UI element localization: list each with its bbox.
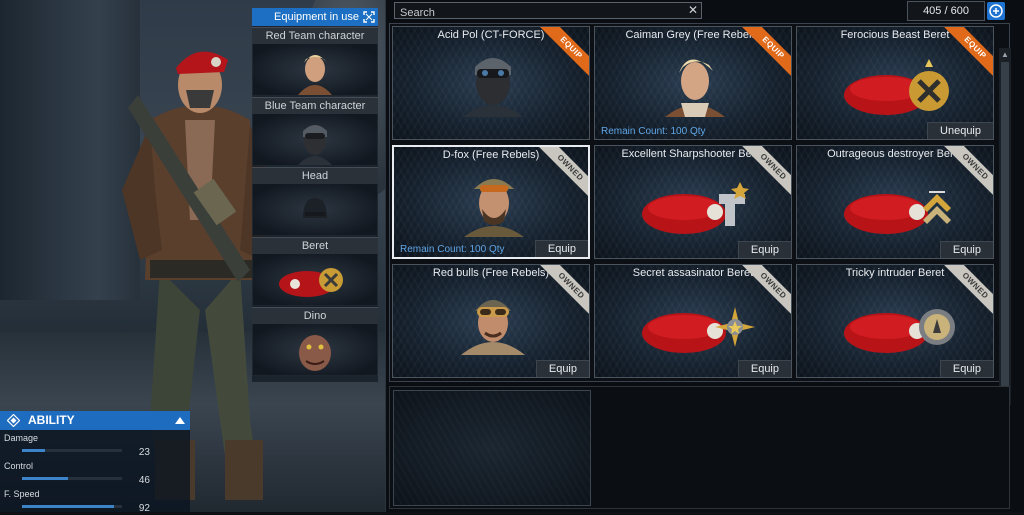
item-preview-area <box>389 386 1010 509</box>
slot-image <box>252 114 378 166</box>
slot-blue-team-character[interactable]: Blue Team character <box>252 97 378 167</box>
masked-soldier-portrait-icon <box>463 58 523 117</box>
equip-button[interactable]: Equip <box>535 360 589 377</box>
stat-bar <box>22 505 122 508</box>
item-card-tricky-intruder-beret[interactable]: Tricky intruder Beret OWNED Equip <box>796 264 994 378</box>
remain-count: Remain Count: 100 Qty <box>400 244 505 255</box>
slot-label: Dino <box>252 307 378 324</box>
item-card-caiman-grey[interactable]: Caiman Grey (Free Rebels) EQUIP Remain C… <box>594 26 792 140</box>
stat-value: 92 <box>138 503 150 514</box>
empty-preview-slot <box>393 390 591 506</box>
equipment-in-use-header: Equipment in use <box>252 8 378 26</box>
stat-bar-fill <box>22 477 68 480</box>
stat-bar <box>22 477 122 480</box>
expand-icon[interactable] <box>363 11 375 23</box>
stat-bar-fill <box>22 505 114 508</box>
item-card-red-bulls[interactable]: Red bulls (Free Rebels) OWNED Equip <box>392 264 590 378</box>
item-card-acid-pol[interactable]: Acid Pol (CT-FORCE) EQUIP <box>392 26 590 140</box>
stat-control: Control 46 <box>4 461 184 487</box>
stat-value: 23 <box>138 447 150 458</box>
equip-button[interactable]: Equip <box>534 240 588 257</box>
clear-search-icon[interactable]: ✕ <box>688 3 698 18</box>
slot-image <box>252 254 378 306</box>
equip-button[interactable]: Equip <box>939 241 993 258</box>
stat-damage: Damage 23 <box>4 433 184 459</box>
equip-button[interactable]: Equip <box>737 241 791 258</box>
slot-label: Blue Team character <box>252 97 378 114</box>
red-beret-with-star-badge-icon <box>642 307 755 353</box>
stat-label: Damage <box>4 433 39 443</box>
ability-header[interactable]: ABILITY <box>0 411 190 430</box>
inventory-panel: ✕ 405 / 600 Acid Pol (CT-FORCE) EQUIP Ca… <box>385 0 1024 512</box>
goggles-soldier-portrait-icon <box>461 300 525 355</box>
slot-dino[interactable]: Dino <box>252 307 378 377</box>
red-beret-with-round-badge-icon <box>844 309 955 353</box>
dino-portrait-icon <box>299 334 331 371</box>
slot-beret[interactable]: Beret <box>252 237 378 307</box>
stat-bar <box>22 449 122 452</box>
stat-label: Control <box>4 461 34 471</box>
remain-count: Remain Count: 100 Qty <box>601 126 706 137</box>
masked-soldier-portrait-icon <box>298 124 332 165</box>
scrollbar-thumb[interactable] <box>1001 62 1009 387</box>
slot-label: Head <box>252 167 378 184</box>
equipment-in-use-title: Equipment in use <box>274 11 359 23</box>
ability-title: ABILITY <box>28 413 75 427</box>
red-beret-with-gold-badge-icon <box>844 59 949 115</box>
stat-fire-speed: F. Speed 92 <box>4 489 184 515</box>
slot-image <box>252 184 378 236</box>
stat-value: 46 <box>138 475 150 486</box>
red-beret-with-pistol-badge-icon <box>642 182 749 234</box>
item-card-outrageous-destroyer-beret[interactable]: Outrageous destroyer Beret OWNED Equip <box>796 145 994 259</box>
item-card-excellent-sharpshooter-beret[interactable]: Excellent Sharpshooter Beret OWNED Equip <box>594 145 792 259</box>
scroll-up-icon[interactable]: ▲ <box>1000 50 1010 60</box>
slot-image <box>252 324 378 376</box>
ability-panel: ABILITY Damage 23 Control 46 F. Speed 92 <box>0 411 190 515</box>
item-grid-scrollbar[interactable]: ▲ ▼ <box>999 48 1011 405</box>
search-box: ✕ <box>394 2 702 21</box>
stat-label: F. Speed <box>4 489 40 499</box>
stat-bar-fill <box>22 449 45 452</box>
equip-button[interactable]: Equip <box>737 360 791 377</box>
slot-label: Red Team character <box>252 27 378 44</box>
slot-label: Beret <box>252 237 378 254</box>
plus-circle-icon <box>989 4 1003 18</box>
search-input[interactable] <box>395 5 685 21</box>
item-card-secret-assasinator-beret[interactable]: Secret assasinator Beret OWNED Equip <box>594 264 792 378</box>
unequip-button[interactable]: Unequip <box>927 122 993 139</box>
item-card-ferocious-beast-beret[interactable]: Ferocious Beast Beret EQUIP Unequip <box>796 26 994 140</box>
item-card-d-fox[interactable]: D-fox (Free Rebels) OWNED Remain Count: … <box>392 145 590 259</box>
blonde-soldier-portrait-icon <box>298 54 332 95</box>
slot-red-team-character[interactable]: Red Team character <box>252 27 378 97</box>
slot-image <box>252 44 378 96</box>
equip-button[interactable]: Equip <box>939 360 993 377</box>
expand-inventory-button[interactable] <box>987 2 1005 20</box>
empty-helmet-icon <box>303 197 327 218</box>
diamond-icon <box>7 414 20 427</box>
blonde-soldier-portrait-icon <box>665 59 725 117</box>
red-beret-with-chevron-badge-icon <box>844 191 951 234</box>
bearded-soldier-with-cap-icon <box>464 179 524 237</box>
red-beret-icon <box>279 267 343 297</box>
item-grid: Acid Pol (CT-FORCE) EQUIP Caiman Grey (F… <box>389 23 1011 405</box>
collapse-up-icon[interactable] <box>175 417 185 424</box>
inventory-count: 405 / 600 <box>907 1 985 21</box>
equipment-in-use-panel: Equipment in use Red Team character Blue… <box>252 8 378 382</box>
slot-head[interactable]: Head <box>252 167 378 237</box>
